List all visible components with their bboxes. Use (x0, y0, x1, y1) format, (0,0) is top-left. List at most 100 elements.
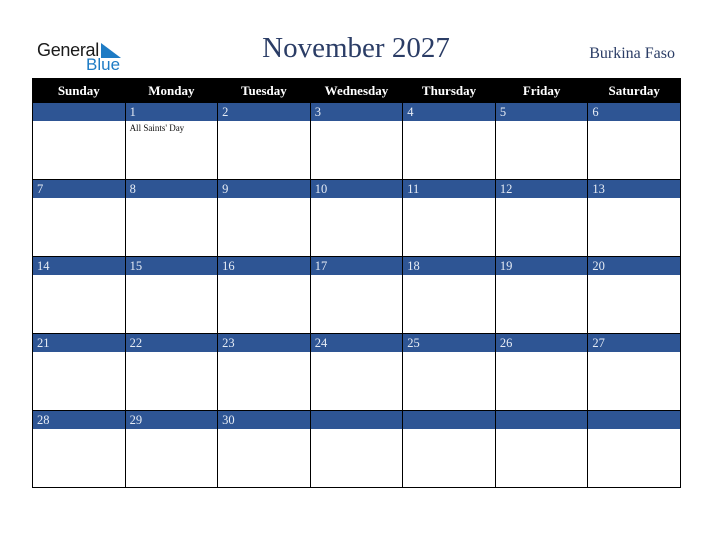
day-number: 11 (403, 180, 495, 198)
day-cell[interactable]: 10 (309, 179, 404, 257)
day-cell[interactable]: 21 (32, 333, 126, 411)
day-number: 6 (588, 103, 680, 121)
day-number: 29 (125, 411, 218, 429)
holiday-label (403, 121, 495, 123)
calendar-grid: Sunday Monday Tuesday Wednesday Thursday Frid… (32, 78, 681, 488)
day-cell[interactable]: 8 (124, 179, 219, 257)
holiday-label (403, 352, 495, 354)
holiday-label (496, 429, 588, 431)
week-row: 14 15 16 17 18 19 20 (32, 256, 681, 334)
day-number: 14 (33, 257, 125, 275)
holiday-label (126, 429, 218, 431)
day-number: 25 (403, 334, 495, 352)
day-number: 3 (310, 103, 403, 121)
day-number: 7 (33, 180, 125, 198)
holiday-label (311, 352, 403, 354)
day-cell[interactable]: 3 (309, 102, 404, 180)
day-cell[interactable]: 26 (494, 333, 589, 411)
holiday-label (588, 275, 680, 277)
week-row: 7 8 9 10 11 12 13 (32, 179, 681, 257)
holiday-label (403, 429, 495, 431)
day-cell[interactable]: 2 (217, 102, 311, 180)
day-cell[interactable]: 17 (309, 256, 404, 334)
holiday-label (33, 121, 125, 123)
day-cell[interactable] (587, 410, 681, 488)
day-number: 24 (310, 334, 403, 352)
holiday-label (311, 198, 403, 200)
day-number: 10 (310, 180, 403, 198)
day-number: 4 (403, 103, 495, 121)
holiday-label (496, 198, 588, 200)
day-cell[interactable]: 28 (32, 410, 126, 488)
holiday-label (33, 429, 125, 431)
day-cell[interactable]: 11 (402, 179, 496, 257)
country-label: Burkina Faso (589, 45, 675, 62)
holiday-label (403, 275, 495, 277)
holiday-label (496, 121, 588, 123)
day-cell[interactable]: 5 (494, 102, 589, 180)
day-cell[interactable]: 25 (402, 333, 496, 411)
day-number (403, 411, 495, 429)
day-number: 13 (588, 180, 680, 198)
day-number: 19 (495, 257, 588, 275)
weekday-header-saturday: Saturday (587, 78, 681, 103)
day-cell[interactable]: 24 (309, 333, 404, 411)
holiday-label (311, 121, 403, 123)
day-cell[interactable]: 20 (587, 256, 681, 334)
holiday-label (33, 352, 125, 354)
day-number: 16 (218, 257, 310, 275)
day-cell[interactable]: 7 (32, 179, 126, 257)
day-cell[interactable] (402, 410, 496, 488)
weekday-header-tuesday: Tuesday (217, 78, 311, 103)
day-cell[interactable]: 16 (217, 256, 311, 334)
day-number: 17 (310, 257, 403, 275)
holiday-label (218, 352, 310, 354)
day-cell[interactable]: 29 (124, 410, 219, 488)
day-cell[interactable]: 23 (217, 333, 311, 411)
holiday-label (126, 198, 218, 200)
weekday-header-wednesday: Wednesday (309, 78, 404, 103)
weekday-header-sunday: Sunday (32, 78, 126, 103)
day-number: 23 (218, 334, 310, 352)
holiday-label (218, 121, 310, 123)
holiday-label (218, 275, 310, 277)
day-cell[interactable]: 18 (402, 256, 496, 334)
day-cell[interactable]: 14 (32, 256, 126, 334)
weekday-header-friday: Friday (494, 78, 589, 103)
day-cell[interactable]: 6 (587, 102, 681, 180)
day-cell[interactable]: 4 (402, 102, 496, 180)
day-cell[interactable] (494, 410, 589, 488)
holiday-label (218, 429, 310, 431)
day-cell[interactable]: 15 (124, 256, 219, 334)
weekday-header-thursday: Thursday (402, 78, 496, 103)
day-cell[interactable]: 12 (494, 179, 589, 257)
day-cell[interactable] (32, 102, 126, 180)
day-cell[interactable]: 9 (217, 179, 311, 257)
holiday-label (33, 275, 125, 277)
holiday-label (588, 429, 680, 431)
day-cell[interactable]: 1 All Saints' Day (124, 102, 219, 180)
day-number: 12 (495, 180, 588, 198)
day-number: 15 (125, 257, 218, 275)
day-cell[interactable]: 30 (217, 410, 311, 488)
day-number (310, 411, 403, 429)
day-number: 27 (588, 334, 680, 352)
day-number: 9 (218, 180, 310, 198)
day-number: 5 (495, 103, 588, 121)
day-cell[interactable]: 22 (124, 333, 219, 411)
day-cell[interactable]: 19 (494, 256, 589, 334)
day-number (33, 103, 125, 121)
day-number: 2 (218, 103, 310, 121)
holiday-label (311, 429, 403, 431)
holiday-label (311, 275, 403, 277)
weekday-header-row: Sunday Monday Tuesday Wednesday Thursday Frid… (32, 78, 681, 103)
week-row: 28 29 30 (32, 410, 681, 488)
holiday-label (588, 198, 680, 200)
day-number: 8 (125, 180, 218, 198)
day-cell[interactable] (309, 410, 404, 488)
day-cell[interactable]: 13 (587, 179, 681, 257)
holiday-label (218, 198, 310, 200)
day-cell[interactable]: 27 (587, 333, 681, 411)
holiday-label (588, 121, 680, 123)
week-row: 1 All Saints' Day 2 3 4 5 6 (32, 102, 681, 180)
